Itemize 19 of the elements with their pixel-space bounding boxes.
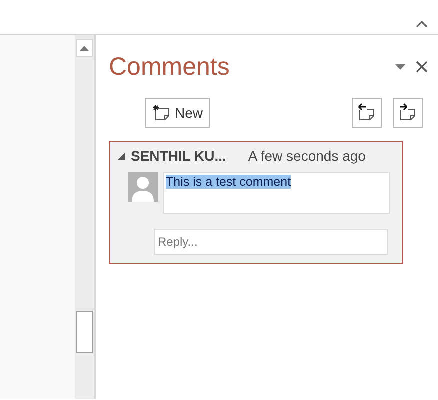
note-right-arrow-icon: [398, 103, 418, 123]
previous-comment-button[interactable]: [352, 98, 382, 128]
triangle-up-icon: [80, 46, 89, 50]
note-left-arrow-icon: [357, 103, 377, 123]
dropdown-icon[interactable]: [395, 64, 406, 70]
comment-time: A few seconds ago: [248, 148, 366, 164]
close-icon[interactable]: [416, 61, 428, 73]
scroll-up-button[interactable]: [76, 39, 93, 57]
comment-author: SENTHIL KU...: [131, 148, 226, 164]
next-comment-button[interactable]: [393, 98, 423, 128]
new-comment-button[interactable]: New: [145, 98, 210, 128]
avatar-icon: [128, 172, 158, 202]
collapse-ribbon-icon[interactable]: [416, 20, 428, 28]
comment-text-field[interactable]: This is a test comment: [163, 172, 390, 214]
pane-title: Comments: [109, 52, 231, 82]
scrollbar-thumb[interactable]: [76, 311, 93, 353]
new-note-icon: [152, 104, 172, 122]
expand-icon[interactable]: [118, 152, 125, 160]
reply-field[interactable]: Reply...: [154, 229, 388, 255]
